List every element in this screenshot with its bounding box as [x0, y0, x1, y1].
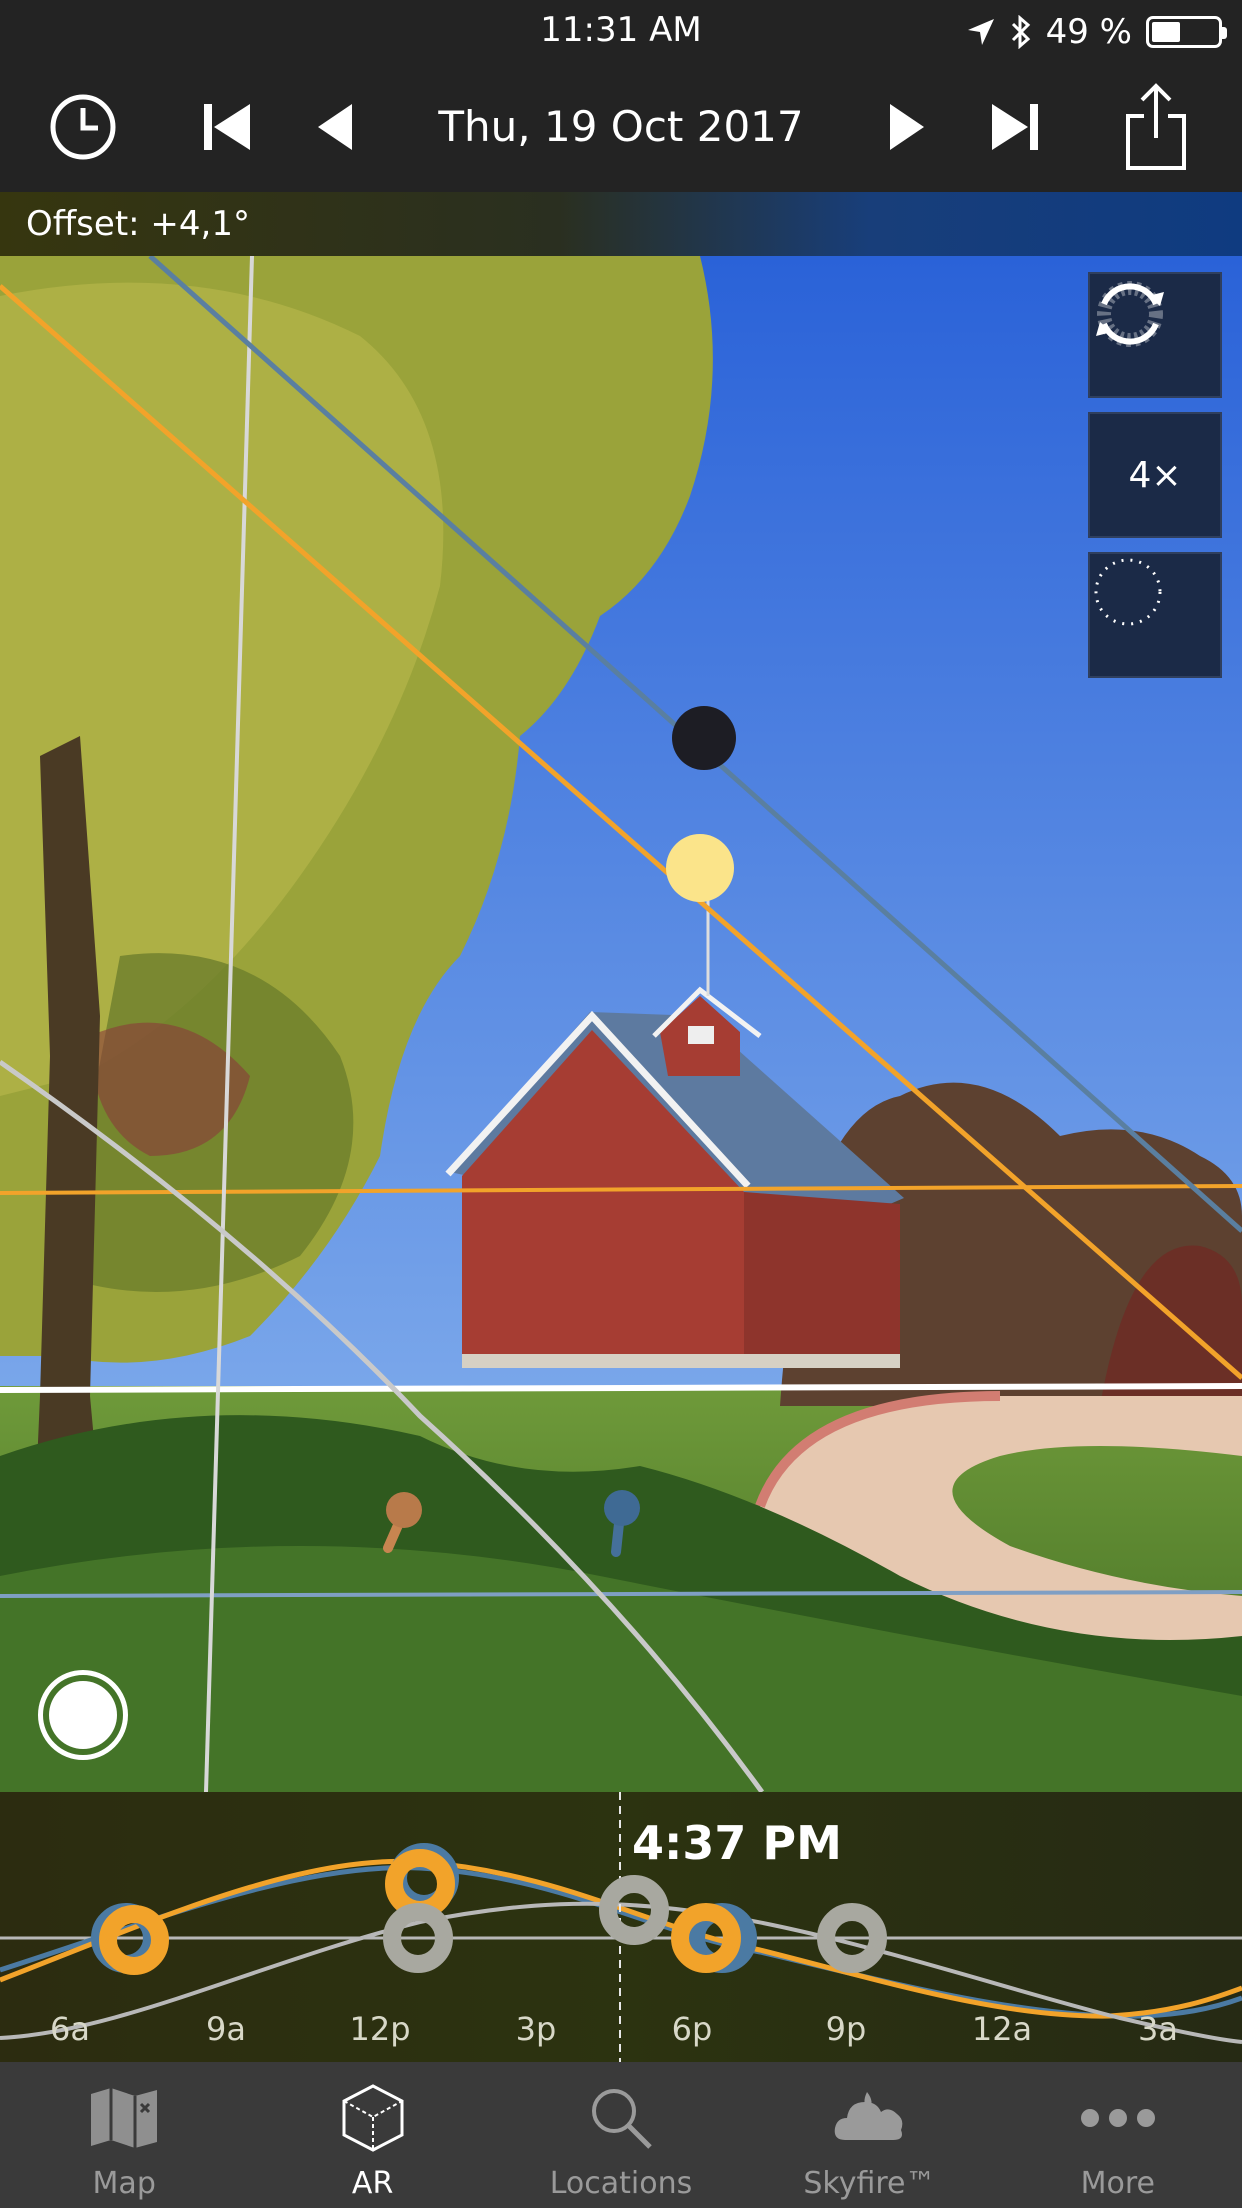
timeline-graph: [0, 1792, 1242, 2062]
location-arrow-icon: [967, 19, 994, 45]
skip-forward-button[interactable]: [980, 62, 1050, 192]
reset-orientation-button[interactable]: [1088, 272, 1222, 398]
grid-marker-current[interactable]: [599, 1875, 669, 1945]
dotted-circle-icon: [1094, 558, 1162, 626]
horizon-line: [0, 1383, 1242, 1393]
clock-icon: [50, 94, 116, 160]
capture-button[interactable]: [38, 1670, 128, 1760]
tick-label: 12a: [971, 2010, 1033, 2048]
current-time-label: 4:37 PM: [632, 1816, 842, 1870]
status-indicators: 49 %: [966, 10, 1227, 54]
current-date[interactable]: Thu, 19 Oct 2017: [400, 62, 842, 192]
sun-marker[interactable]: [666, 834, 734, 902]
step-forward-button[interactable]: [876, 62, 936, 192]
skip-forward-icon: [992, 104, 1038, 150]
bluetooth-icon: [1011, 15, 1030, 49]
more-icon: [1080, 2109, 1155, 2127]
tab-skyfire[interactable]: Skyfire™: [745, 2062, 993, 2208]
tick-label: 6p: [671, 2010, 713, 2048]
ar-camera-view[interactable]: 4×: [0, 256, 1242, 1792]
cloud-icon: [835, 2092, 903, 2140]
skip-back-icon: [204, 104, 250, 150]
tab-bar: Map AR Locations Skyfire™ More: [0, 2062, 1242, 2208]
ar-scene: [0, 256, 1242, 1792]
solar-noon-marker[interactable]: [385, 1849, 455, 1919]
zoom-button[interactable]: 4×: [1088, 412, 1222, 538]
tab-label: Skyfire™: [803, 2166, 936, 2201]
tick-label: 9p: [825, 2010, 867, 2048]
map-icon: [91, 2088, 158, 2148]
tick-label: 9a: [206, 2010, 246, 2048]
rotate-icon: [1096, 281, 1164, 347]
tab-label: More: [1080, 2166, 1156, 2201]
tab-more[interactable]: More: [994, 2062, 1242, 2208]
share-button[interactable]: [1118, 62, 1194, 192]
time-picker-button[interactable]: [40, 62, 126, 192]
sunrise-marker[interactable]: [99, 1905, 169, 1975]
tab-ar[interactable]: AR: [248, 2062, 496, 2208]
field-of-view-button[interactable]: [1088, 552, 1222, 678]
moon-marker[interactable]: [672, 706, 736, 770]
status-bar: 11:31 AM 49 %: [0, 0, 1242, 62]
search-icon: [592, 2089, 652, 2149]
battery-percent: 49 %: [1045, 12, 1132, 52]
step-back-button[interactable]: [306, 62, 366, 192]
skip-back-button[interactable]: [192, 62, 262, 192]
share-icon: [1126, 83, 1186, 170]
step-back-icon: [318, 104, 352, 150]
tick-label: 3p: [515, 2010, 557, 2048]
timeline-scrubber[interactable]: 4:37 PM 6a 9a 12p 3p 6p 9p 12a 3a: [0, 1792, 1242, 2062]
tick-label: 12p: [349, 2010, 411, 2048]
tab-label: Map: [92, 2166, 156, 2201]
battery-icon: [1146, 16, 1227, 48]
tick-label: 3a: [1138, 2010, 1178, 2048]
offset-bar: Offset: +4,1°: [0, 192, 1242, 256]
battery-fill: [1152, 22, 1181, 42]
offset-label: Offset: +4,1°: [26, 204, 250, 244]
cube-icon: [342, 2084, 404, 2152]
date-nav-bar: Thu, 19 Oct 2017: [0, 62, 1242, 192]
tick-label: 6a: [50, 2010, 90, 2048]
tab-label: AR: [351, 2166, 394, 2201]
tab-locations[interactable]: Locations: [497, 2062, 745, 2208]
step-forward-icon: [890, 104, 924, 150]
barn-foundation: [462, 1354, 900, 1368]
tab-label: Locations: [549, 2166, 693, 2201]
tab-map[interactable]: Map: [0, 2062, 248, 2208]
